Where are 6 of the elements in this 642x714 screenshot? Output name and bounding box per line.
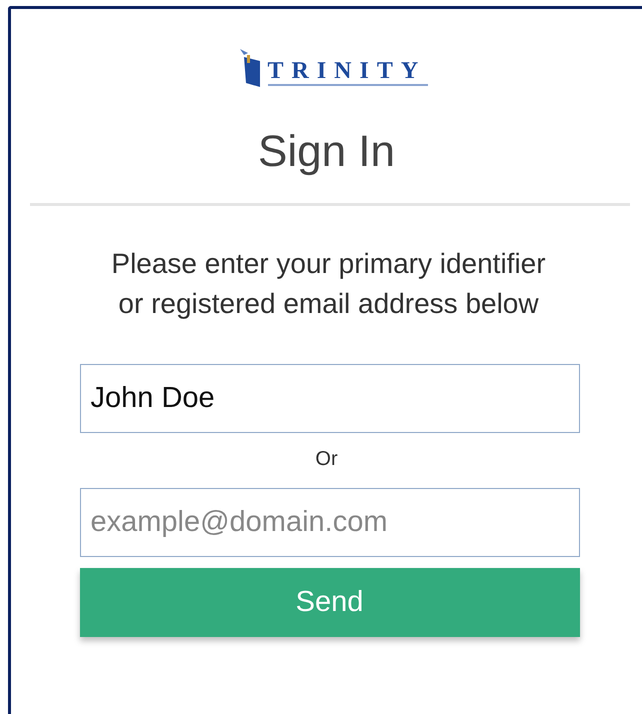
- instructions-text: Please enter your primary identifier or registered email address below: [110, 247, 547, 321]
- logo-wordmark: TRINITY: [268, 59, 426, 83]
- email-field[interactable]: example@domain.com: [80, 488, 580, 557]
- page-title: Sign In: [258, 127, 395, 177]
- separator-text: Or: [315, 447, 338, 471]
- identifier-field[interactable]: John Doe: [80, 364, 580, 433]
